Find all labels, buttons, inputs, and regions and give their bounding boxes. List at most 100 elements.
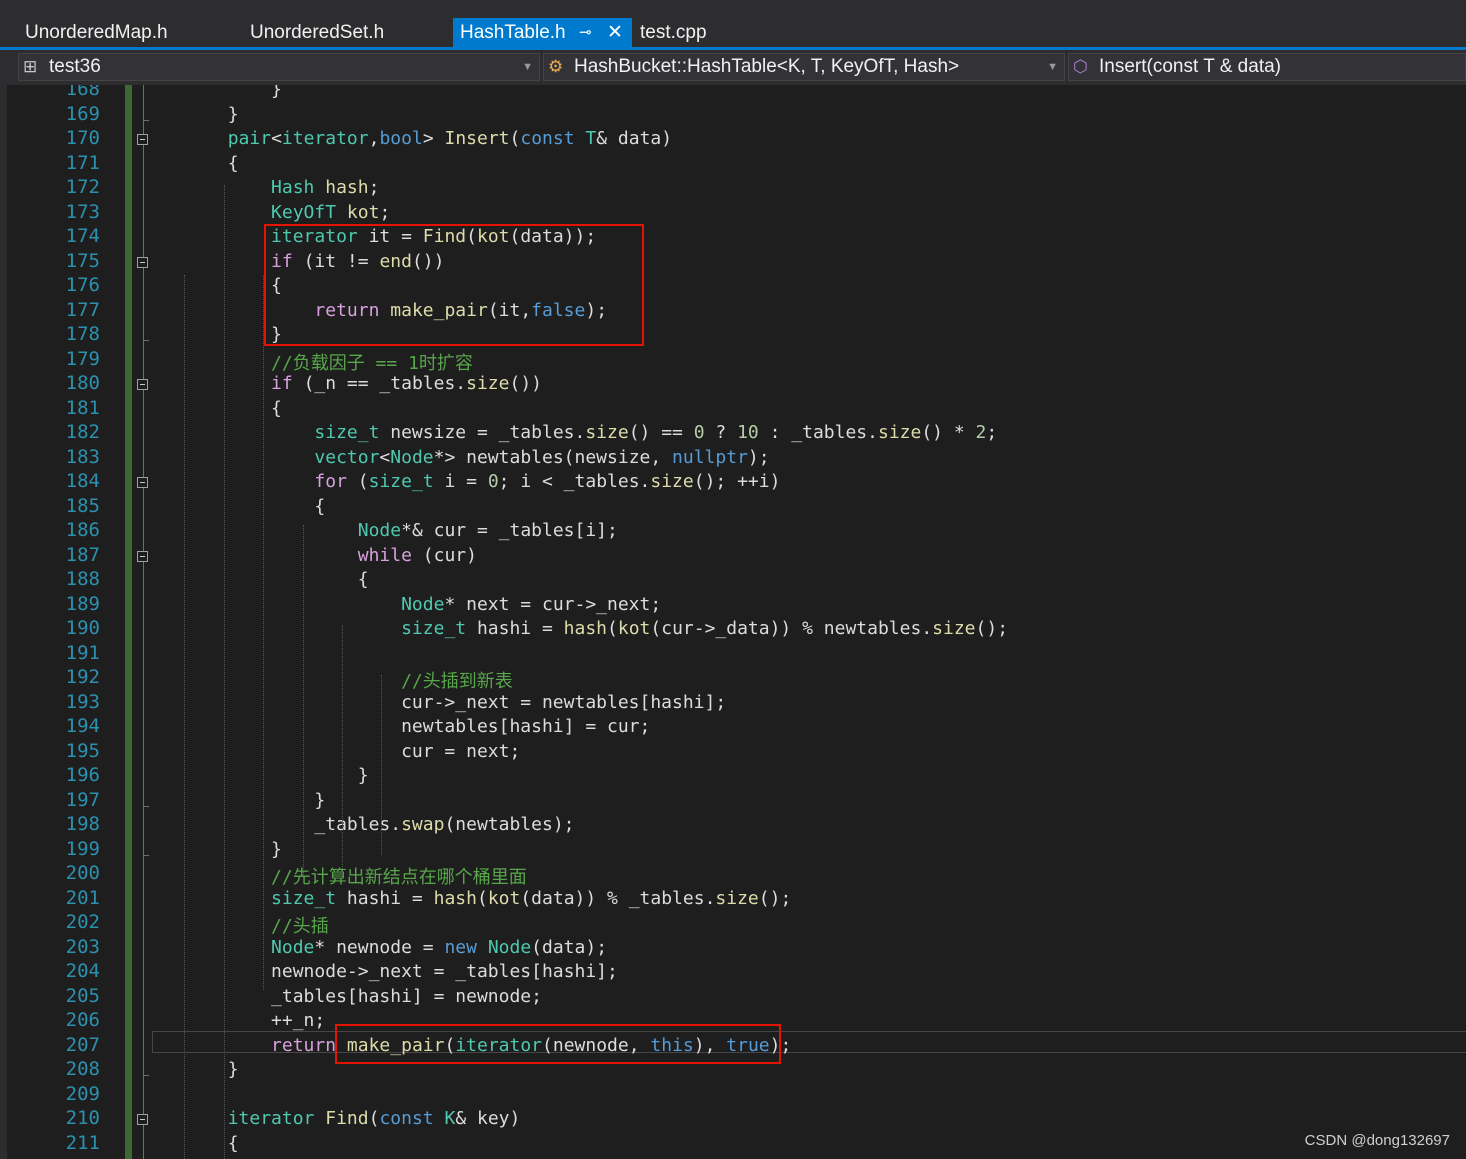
code-line[interactable]: }: [141, 839, 282, 863]
code-line[interactable]: }: [141, 765, 369, 789]
document-tab-bar: UnorderedMap.h UnorderedSet.h HashTable.…: [0, 0, 1466, 49]
line-number: 176: [65, 274, 100, 296]
code-line[interactable]: }: [141, 85, 282, 103]
code-line[interactable]: {: [141, 569, 369, 593]
indent-guide: [302, 525, 304, 875]
code-line[interactable]: KeyOfT kot;: [141, 202, 390, 226]
line-number: 205: [65, 984, 100, 1007]
class-icon: ⚙: [548, 57, 564, 76]
project-dropdown[interactable]: ⊞ test36 ▼: [18, 53, 540, 81]
navigation-bar: ⊞ test36 ▼ ⚙ HashBucket::HashTable<K, T,…: [0, 50, 1466, 85]
line-number: 198: [65, 813, 100, 835]
line-number: 187: [65, 543, 100, 566]
line-number: 204: [65, 960, 100, 982]
line-number: 189: [65, 592, 100, 615]
fold-end-marker: [143, 119, 149, 121]
line-number: 172: [65, 176, 100, 198]
code-line[interactable]: cur = next;: [141, 741, 520, 765]
code-line[interactable]: {: [141, 496, 325, 520]
line-number: 191: [65, 641, 100, 664]
code-line[interactable]: {: [141, 398, 282, 422]
line-number: 170: [65, 127, 100, 149]
line-number: 202: [65, 911, 100, 933]
line-number: 209: [65, 1082, 100, 1105]
line-number: 207: [65, 1033, 100, 1056]
line-number: 175: [65, 249, 100, 272]
code-line[interactable]: //头插到新表: [141, 667, 513, 692]
code-line[interactable]: {: [141, 275, 282, 299]
code-line[interactable]: vector<Node*> newtables(newsize, nullptr…: [141, 447, 769, 471]
line-number: 206: [65, 1009, 100, 1031]
line-number: 181: [65, 396, 100, 419]
code-line[interactable]: _tables.swap(newtables);: [141, 814, 574, 838]
code-line[interactable]: newnode->_next = _tables[hashi];: [141, 961, 618, 985]
fold-end-marker: [143, 805, 149, 807]
chevron-down-icon: ▼: [1047, 61, 1058, 73]
tab-test-cpp[interactable]: test.cpp: [633, 18, 753, 47]
line-number: 168: [65, 85, 100, 100]
highlight-box-find: [264, 224, 644, 346]
code-line[interactable]: //先计算出新结点在哪个桶里面: [141, 863, 527, 888]
code-line[interactable]: for (size_t i = 0; i < _tables.size(); +…: [141, 471, 780, 495]
line-number: 185: [65, 494, 100, 517]
code-line[interactable]: iterator Find(const K& key): [141, 1108, 521, 1132]
code-line[interactable]: newtables[hashi] = cur;: [141, 716, 650, 740]
member-dropdown[interactable]: ⬡ Insert(const T & data): [1068, 53, 1466, 81]
indent-guide: [184, 275, 186, 1159]
collapse-toggle-icon[interactable]: [137, 550, 148, 562]
code-line[interactable]: size_t hashi = hash(kot(data)) % _tables…: [141, 888, 791, 912]
code-line[interactable]: //头插: [141, 912, 329, 937]
method-icon: ⬡: [1073, 57, 1088, 76]
code-line[interactable]: }: [141, 324, 282, 348]
code-line[interactable]: Node* newnode = new Node(data);: [141, 937, 607, 961]
collapse-toggle-icon[interactable]: [137, 256, 148, 268]
line-number: 208: [65, 1058, 100, 1080]
collapse-toggle-icon[interactable]: [137, 134, 148, 145]
tab-unorderedset[interactable]: UnorderedSet.h: [243, 18, 448, 47]
collapse-toggle-icon[interactable]: [137, 1114, 148, 1125]
line-number: 196: [65, 764, 100, 786]
code-line[interactable]: _tables[hashi] = newnode;: [141, 986, 542, 1010]
chevron-down-icon: ▼: [522, 61, 533, 73]
project-icon: ⊞: [23, 57, 38, 76]
scope-dropdown[interactable]: ⚙ HashBucket::HashTable<K, T, KeyOfT, Ha…: [543, 53, 1065, 81]
code-line[interactable]: }: [141, 790, 325, 814]
code-line[interactable]: ++_n;: [141, 1010, 325, 1034]
code-line[interactable]: }: [141, 104, 239, 128]
tab-hashtable-label: HashTable.h: [460, 22, 566, 43]
line-number: 200: [65, 862, 100, 884]
code-line[interactable]: while (cur): [141, 545, 477, 569]
line-number: 192: [65, 666, 100, 688]
code-line[interactable]: Node*& cur = _tables[i];: [141, 520, 618, 544]
line-number: 184: [65, 470, 100, 492]
close-icon[interactable]: ✕: [607, 18, 623, 47]
code-line[interactable]: cur->_next = newtables[hashi];: [141, 692, 726, 716]
code-line[interactable]: Hash hash;: [141, 177, 379, 201]
code-line[interactable]: size_t newsize = _tables.size() == 0 ? 1…: [141, 422, 997, 446]
left-tool-strip: [0, 85, 7, 1159]
code-line[interactable]: size_t hashi = hash(kot(cur->_data)) % n…: [141, 618, 1008, 642]
indent-guide: [263, 275, 265, 990]
highlight-box-return: [335, 1024, 781, 1064]
collapse-toggle-icon[interactable]: [137, 477, 148, 488]
line-number: 203: [65, 935, 100, 958]
line-number: 211: [65, 1131, 100, 1154]
indent-guide: [223, 185, 225, 1159]
indent-guide: [342, 625, 343, 875]
line-number: 183: [65, 445, 100, 468]
collapse-toggle-icon[interactable]: [137, 379, 148, 390]
line-number: 173: [65, 200, 100, 223]
line-number: 171: [65, 151, 100, 174]
tab-unorderedmap[interactable]: UnorderedMap.h: [18, 18, 238, 47]
code-line[interactable]: {: [141, 153, 239, 177]
code-editor[interactable]: 168 } 169 } 170 pair<iterator,bool> Insert…: [7, 85, 1466, 1159]
code-line[interactable]: Node* next = cur->_next;: [141, 594, 661, 618]
code-line[interactable]: pair<iterator,bool> Insert(const T& data…: [141, 128, 672, 152]
pin-icon[interactable]: ⊸: [579, 18, 592, 47]
line-number: 178: [65, 323, 100, 345]
code-line[interactable]: //负载因子 == 1时扩容: [141, 349, 473, 374]
change-tracking-bar: [125, 85, 132, 1159]
tab-hashtable[interactable]: HashTable.h ⊸ ✕: [453, 18, 632, 47]
line-number: 188: [65, 568, 100, 590]
code-line[interactable]: if (_n == _tables.size()): [141, 373, 542, 397]
